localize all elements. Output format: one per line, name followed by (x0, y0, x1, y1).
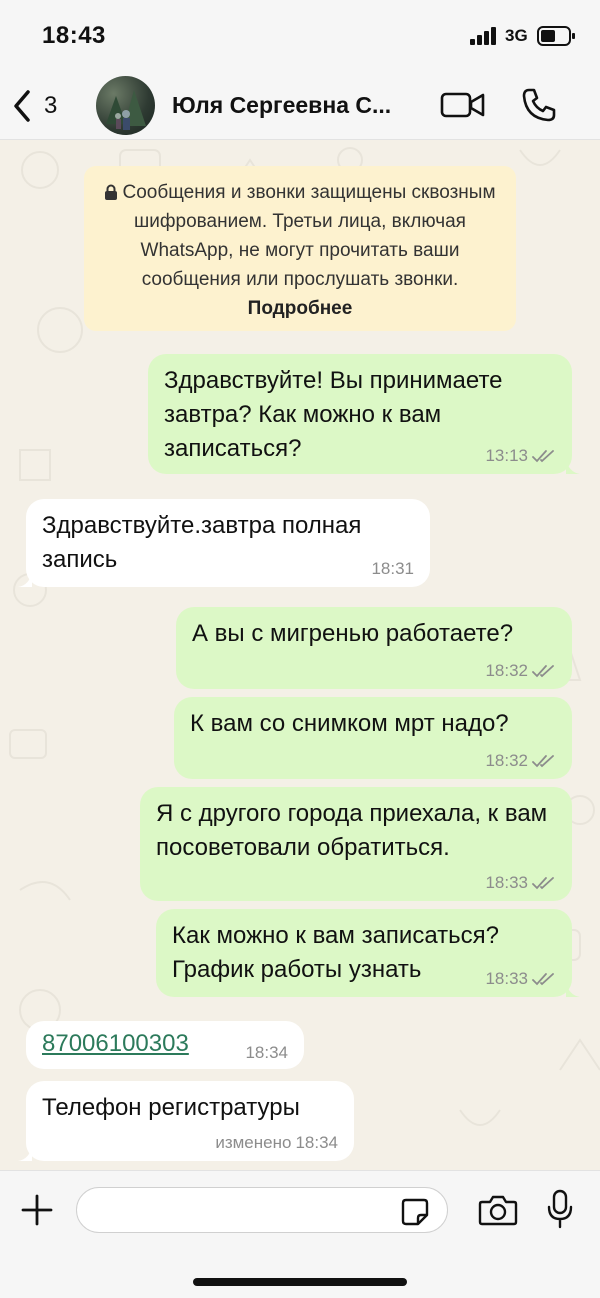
message-meta: 18:33 (485, 873, 556, 893)
message-bubble-incoming[interactable]: Здравствуйте.завтра полная запись 18:31 (18, 499, 430, 587)
message-text: А вы с мигренью работаете? (192, 620, 514, 647)
unread-chats-count: 3 (44, 92, 58, 119)
message-bubble-incoming[interactable]: 87006100303 18:34 (26, 1021, 304, 1069)
message-bubble-outgoing[interactable]: Как можно к вам записаться? График работ… (156, 909, 580, 997)
attach-button[interactable] (20, 1193, 54, 1232)
home-indicator (193, 1278, 407, 1286)
camera-button[interactable] (478, 1193, 518, 1232)
message-bubble-incoming[interactable]: Телефон регистратуры изменено 18:34 (18, 1081, 354, 1161)
message-time: 18:32 (485, 661, 528, 680)
message-time: 18:31 (371, 559, 414, 578)
video-call-icon (440, 92, 485, 118)
message-meta: 13:13 (485, 446, 556, 466)
message-time: 18:34 (245, 1043, 288, 1062)
status-time: 18:43 (42, 22, 106, 49)
edited-label: изменено (215, 1133, 292, 1152)
back-button[interactable]: 3 (12, 84, 72, 128)
double-check-icon (532, 755, 554, 768)
status-bar: 18:43 3G (0, 0, 600, 70)
learn-more-link[interactable]: Подробнее (248, 298, 353, 319)
voice-call-button[interactable] (520, 86, 558, 129)
message-meta: 18:31 (371, 559, 414, 579)
signal-icon (470, 27, 496, 45)
plus-icon (21, 1194, 53, 1226)
message-time: 13:13 (485, 446, 528, 465)
message-bubble-outgoing[interactable]: А вы с мигренью работаете? 18:32 (176, 607, 572, 689)
message-meta: изменено 18:34 (215, 1133, 338, 1153)
message-text: К вам со снимком мрт надо? (190, 710, 509, 737)
microphone-button[interactable] (546, 1189, 574, 1234)
double-check-icon (532, 450, 554, 463)
message-bubble-outgoing[interactable]: Я с другого города приехала, к вам посов… (140, 787, 572, 901)
battery-icon (537, 26, 575, 46)
contact-name[interactable]: Юля Сергеевна С... (172, 92, 417, 119)
message-bubble-outgoing[interactable]: К вам со снимком мрт надо? 18:32 (174, 697, 572, 779)
chat-header: 3 Юля Сергеевна С... (0, 70, 600, 140)
microphone-icon (547, 1189, 573, 1229)
lock-icon (105, 184, 118, 200)
video-call-button[interactable] (440, 88, 486, 127)
sticker-button[interactable] (400, 1197, 430, 1232)
message-text: Здравствуйте.завтра полная запись (42, 512, 369, 573)
message-meta: 18:32 (485, 661, 556, 681)
message-meta: 18:34 (245, 1043, 288, 1063)
phone-icon (522, 88, 556, 122)
message-time: 18:32 (485, 751, 528, 770)
encryption-notice-text: Сообщения и звонки защищены сквозным шиф… (122, 182, 496, 290)
encryption-notice[interactable]: Сообщения и звонки защищены сквозным шиф… (84, 166, 516, 331)
double-check-icon (532, 973, 554, 986)
double-check-icon (532, 665, 554, 678)
message-time: 18:33 (485, 873, 528, 892)
message-meta: 18:33 (485, 969, 556, 989)
message-text: Я с другого города приехала, к вам посов… (156, 800, 554, 861)
message-input-bar (0, 1170, 600, 1298)
avatar[interactable] (96, 76, 155, 135)
camera-icon (478, 1195, 518, 1226)
message-bubble-outgoing[interactable]: Здравствуйте! Вы принимаете завтра? Как … (148, 354, 580, 474)
message-meta: 18:32 (485, 751, 556, 771)
message-text: Как можно к вам записаться? График работ… (172, 922, 506, 983)
network-type: 3G (505, 26, 528, 45)
double-check-icon (532, 877, 554, 890)
chevron-left-icon (14, 90, 30, 122)
message-input[interactable] (76, 1187, 448, 1233)
message-time: 18:33 (485, 969, 528, 988)
message-text: Телефон регистратуры (42, 1094, 300, 1121)
message-time: 18:34 (295, 1133, 338, 1152)
sticker-icon (401, 1198, 429, 1226)
